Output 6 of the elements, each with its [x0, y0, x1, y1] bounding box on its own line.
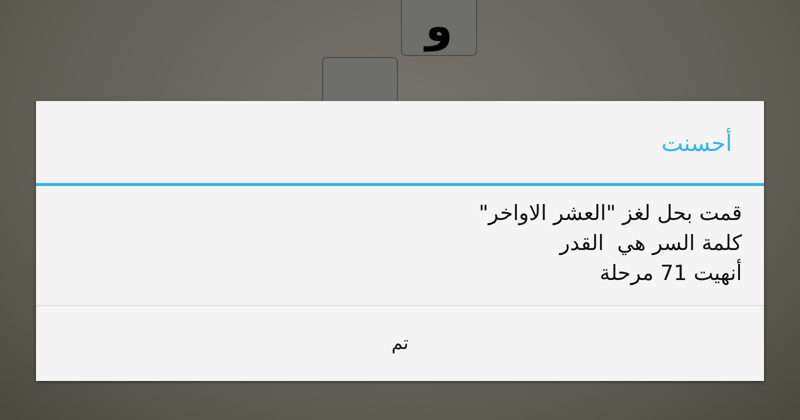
- dialog-title: أحسنت: [36, 101, 764, 186]
- message-line: كلمة السر هي القدر: [558, 230, 742, 258]
- message-line: أنهيت 71 مرحلة: [598, 258, 742, 288]
- done-button[interactable]: تم: [36, 306, 764, 381]
- letter-tile[interactable]: و: [401, 0, 477, 56]
- message-line: قمت بحل لغز "العشر الاواخر": [478, 200, 742, 228]
